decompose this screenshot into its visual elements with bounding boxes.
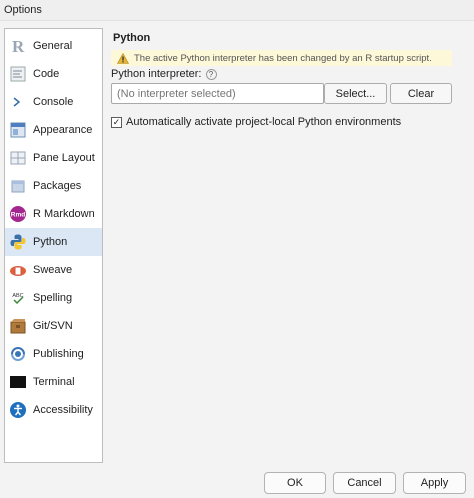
warning-text: The active Python interpreter has been c… bbox=[134, 52, 432, 64]
cancel-button[interactable]: Cancel bbox=[333, 472, 396, 494]
packages-icon bbox=[9, 177, 27, 195]
sidebar-item-label: Accessibility bbox=[33, 404, 93, 416]
auto-activate-label: Automatically activate project-local Pyt… bbox=[126, 116, 402, 128]
sidebar-item-label: General bbox=[33, 40, 73, 52]
interpreter-label: Python interpreter: bbox=[111, 68, 202, 80]
sidebar-item-console[interactable]: Console bbox=[5, 88, 102, 116]
sidebar-item-terminal[interactable]: Terminal bbox=[5, 368, 102, 396]
sidebar-item-publishing[interactable]: Publishing bbox=[5, 340, 102, 368]
interpreter-label-row: Python interpreter: ? bbox=[111, 68, 217, 80]
sidebar-item-pane-layout[interactable]: Pane Layout bbox=[5, 144, 102, 172]
sidebar-item-label: Publishing bbox=[33, 348, 84, 360]
sidebar-item-appearance[interactable]: Appearance bbox=[5, 116, 102, 144]
code-icon bbox=[9, 65, 27, 83]
accessibility-icon bbox=[9, 401, 27, 419]
sidebar-item-git-svn[interactable]: Git/SVN bbox=[5, 312, 102, 340]
terminal-icon bbox=[9, 373, 27, 391]
help-icon[interactable]: ? bbox=[205, 68, 217, 80]
interpreter-field[interactable] bbox=[111, 83, 324, 104]
sidebar-item-packages[interactable]: Packages bbox=[5, 172, 102, 200]
sidebar-item-sweave[interactable]: Sweave bbox=[5, 256, 102, 284]
pane-layout-icon bbox=[9, 149, 27, 167]
sidebar-item-rmarkdown[interactable]: Rmd R Markdown bbox=[5, 200, 102, 228]
sidebar-item-label: R Markdown bbox=[33, 208, 95, 220]
rmarkdown-badge-text: Rmd bbox=[11, 212, 25, 219]
rmarkdown-icon: Rmd bbox=[9, 205, 27, 223]
python-options-panel: Python The active Python interpreter has… bbox=[111, 28, 471, 463]
sidebar-item-label: Sweave bbox=[33, 264, 73, 276]
sidebar-item-label: Packages bbox=[33, 180, 82, 192]
section-title: Python bbox=[113, 32, 151, 44]
sidebar-item-label: Appearance bbox=[33, 124, 93, 136]
sweave-icon bbox=[9, 261, 27, 279]
window-title: Options bbox=[0, 0, 474, 21]
sidebar-item-label: Terminal bbox=[33, 376, 75, 388]
console-icon bbox=[9, 93, 27, 111]
spelling-icon: ABC bbox=[9, 289, 27, 307]
sidebar-item-label: Git/SVN bbox=[33, 320, 73, 332]
options-sidebar: R General Code Console Appearance Pane L… bbox=[4, 28, 103, 463]
r-logo-icon: R bbox=[9, 37, 27, 55]
warning-banner: The active Python interpreter has been c… bbox=[111, 50, 452, 66]
select-interpreter-button[interactable]: Select... bbox=[324, 83, 387, 104]
auto-activate-checkbox[interactable]: ✓ bbox=[111, 116, 122, 128]
sidebar-item-spelling[interactable]: ABC Spelling bbox=[5, 284, 102, 312]
appearance-icon bbox=[9, 121, 27, 139]
publishing-icon bbox=[9, 345, 27, 363]
python-icon bbox=[9, 233, 27, 251]
sidebar-item-general[interactable]: R General bbox=[5, 32, 102, 60]
sidebar-item-label: Python bbox=[33, 236, 68, 248]
git-svn-icon bbox=[9, 317, 27, 335]
sidebar-item-code[interactable]: Code bbox=[5, 60, 102, 88]
auto-activate-row[interactable]: ✓ Automatically activate project-local P… bbox=[111, 116, 401, 128]
sidebar-item-python[interactable]: Python bbox=[5, 228, 102, 256]
warning-icon bbox=[117, 52, 129, 64]
sidebar-item-label: Pane Layout bbox=[33, 152, 95, 164]
sidebar-item-label: Spelling bbox=[33, 292, 73, 304]
clear-interpreter-button[interactable]: Clear bbox=[390, 83, 452, 104]
ok-button[interactable]: OK bbox=[264, 472, 326, 494]
apply-button[interactable]: Apply bbox=[403, 472, 466, 494]
sidebar-item-accessibility[interactable]: Accessibility bbox=[5, 396, 102, 424]
sidebar-item-label: Code bbox=[33, 68, 60, 80]
svg-text:R: R bbox=[12, 37, 25, 55]
sidebar-item-label: Console bbox=[33, 96, 74, 108]
